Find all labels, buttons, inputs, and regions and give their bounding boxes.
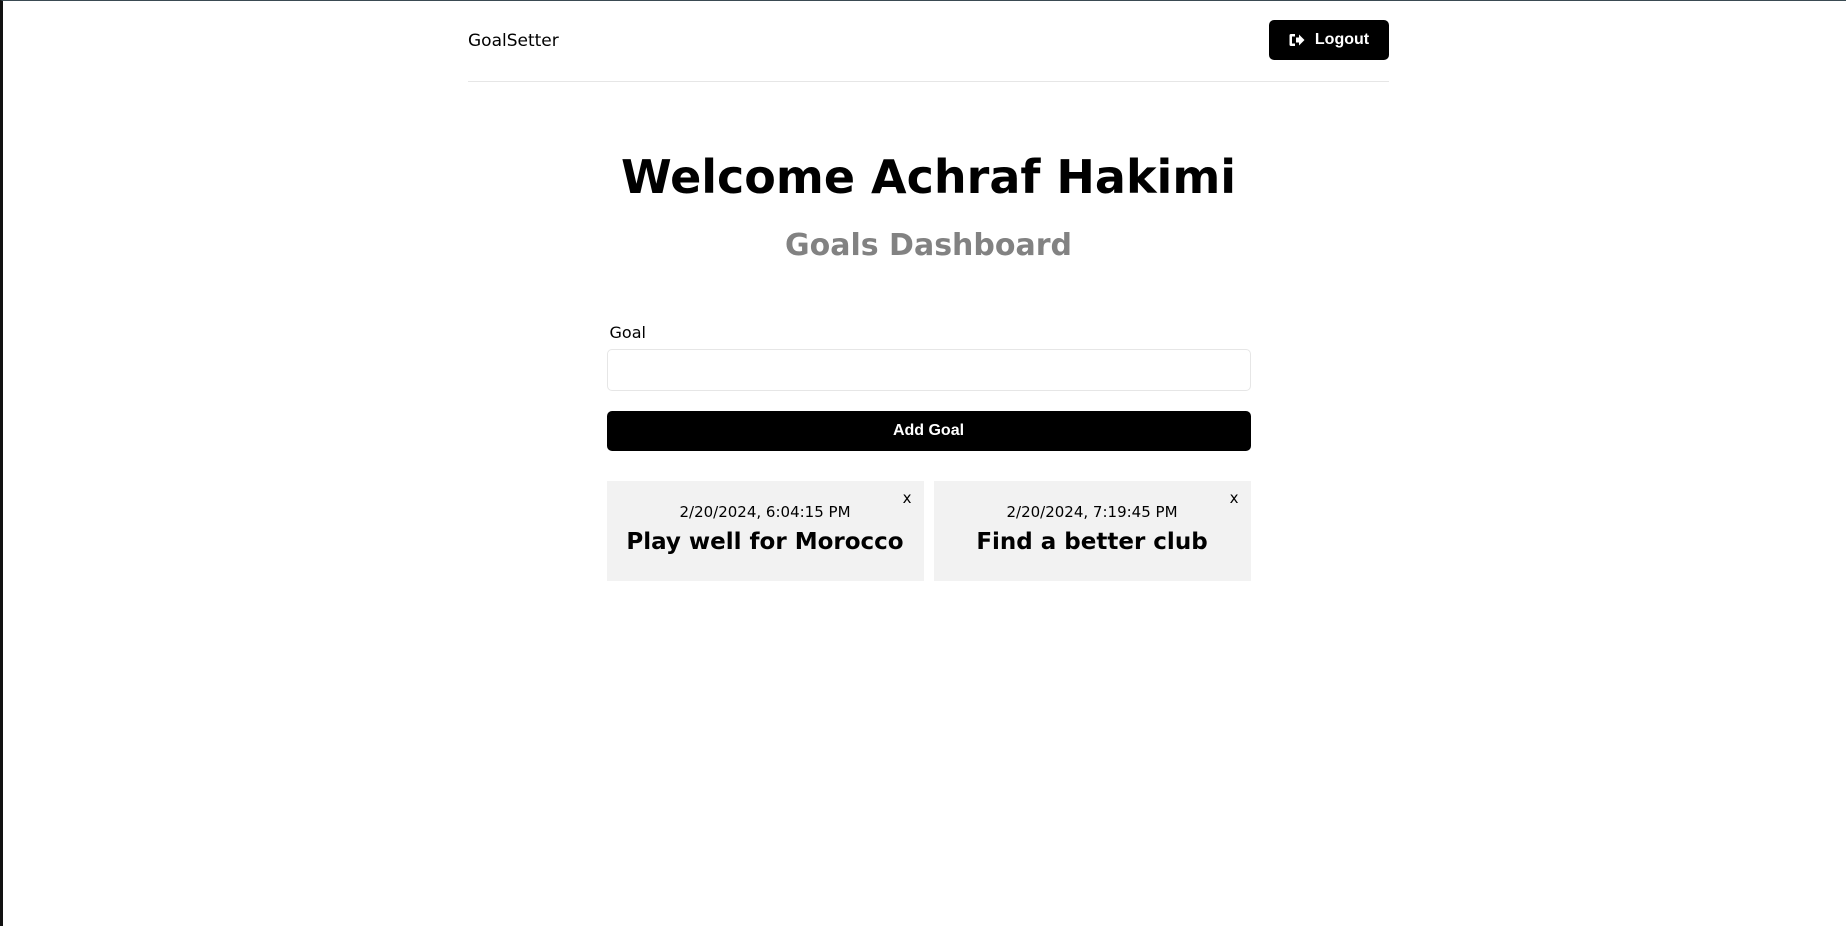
goal-card: 2/20/2024, 6:04:15 PM Play well for Moro… <box>606 480 924 581</box>
goal-label: Goal <box>609 322 646 342</box>
goal-text: Play well for Morocco <box>626 528 904 555</box>
logout-label: Logout <box>1314 31 1370 48</box>
goal-card: 2/20/2024, 7:19:45 PM Find a better club… <box>933 480 1251 581</box>
goals-list: 2/20/2024, 6:04:15 PM Play well for Moro… <box>606 480 1251 581</box>
delete-goal-button[interactable]: x <box>903 489 912 507</box>
logout-button[interactable]: Logout <box>1269 20 1389 60</box>
heading-section: Welcome Achraf Hakimi Goals Dashboard <box>468 152 1389 263</box>
add-goal-button[interactable]: Add Goal <box>606 410 1251 451</box>
goal-input[interactable] <box>606 348 1251 391</box>
sign-out-icon <box>1289 33 1305 47</box>
goal-date: 2/20/2024, 7:19:45 PM <box>1006 502 1178 521</box>
dashboard-subtitle: Goals Dashboard <box>784 227 1073 263</box>
app-container: GoalSetter Logout Welcome Achraf Hakimi … <box>468 1 1389 581</box>
goal-date: 2/20/2024, 6:04:15 PM <box>679 502 851 521</box>
welcome-title: Welcome Achraf Hakimi <box>620 150 1237 204</box>
header: GoalSetter Logout <box>468 1 1389 82</box>
goal-text: Find a better club <box>976 528 1208 555</box>
goal-form: Goal Add Goal <box>606 322 1251 451</box>
delete-goal-button[interactable]: x <box>1230 489 1239 507</box>
app-logo[interactable]: GoalSetter <box>468 31 559 51</box>
